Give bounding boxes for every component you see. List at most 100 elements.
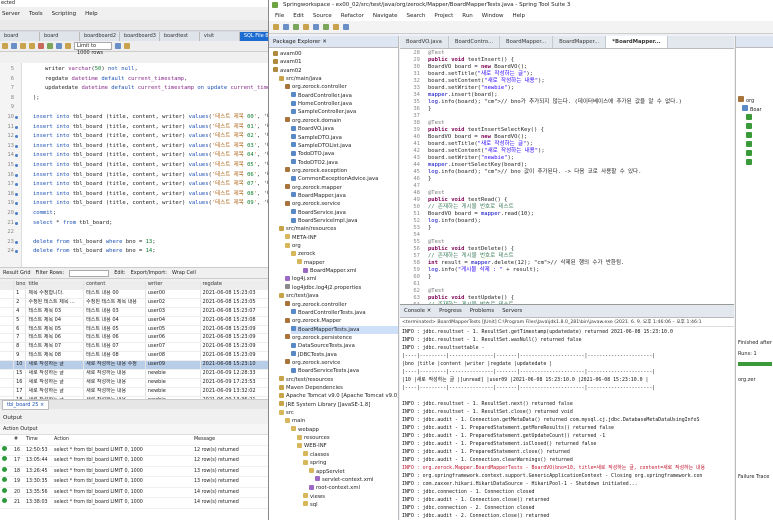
menu-item-help[interactable]: Help [85, 11, 98, 17]
tree-item[interactable]: HomeController.java [291, 100, 352, 108]
tree-item[interactable]: org.zerock.controller [285, 301, 347, 309]
table-cell[interactable]: 테스트 제목 06 [25, 333, 85, 344]
output-row[interactable]: 19 13:30:35 select * from tbl_board LIMIT … [0, 476, 270, 488]
new-icon[interactable] [273, 24, 279, 30]
tree-item[interactable]: src/main/java [279, 75, 322, 83]
tree-item[interactable]: org [285, 242, 301, 250]
tree-item[interactable]: resources [297, 434, 330, 442]
tree-item[interactable]: JRE System Library [JavaSE-1.8] [279, 401, 370, 409]
outline-item[interactable] [746, 159, 754, 167]
tree-item[interactable]: BoardServiceTests.java [291, 367, 359, 375]
tree-item[interactable]: DataSourceTests.java [291, 342, 355, 350]
tree-item[interactable]: BoardMapperTests.java [291, 325, 398, 334]
table-cell[interactable]: 2021-06-08 15:23:08 [200, 316, 270, 326]
table-cell[interactable]: user03 [145, 307, 201, 317]
table-cell[interactable]: user06 [145, 333, 201, 344]
tree-item[interactable]: WEB-INF [297, 442, 327, 450]
table-cell[interactable]: 테스트 제목 08 [25, 351, 85, 362]
tree-item[interactable]: org.zerock.Mapper [285, 317, 341, 325]
table-cell[interactable]: 2021-06-09 17:23:53 [200, 378, 270, 388]
external-tools-icon[interactable] [313, 24, 319, 30]
table-cell[interactable]: 2021-06-08 15:23:09 [200, 351, 270, 362]
outline-item[interactable] [746, 141, 754, 149]
query-tab[interactable]: boardboard3 [119, 32, 160, 41]
find-icon[interactable] [124, 43, 130, 49]
tree-item[interactable]: avam00 [273, 50, 302, 58]
column-header-regdate[interactable]: regdate [200, 281, 270, 290]
table-row[interactable]: 6 테스트 제목 05 테스트 내용 05 user05 2021-06-08 15:2… [0, 325, 270, 335]
table-cell[interactable]: 테스트 제목 04 [25, 316, 85, 326]
table-cell[interactable]: 2021-06-08 15:23:07 [200, 307, 270, 317]
console-tab[interactable]: Console ✕ [404, 308, 431, 314]
sts-menu-item-refactor[interactable]: Refactor [341, 13, 364, 19]
table-cell[interactable]: user00 [145, 289, 201, 299]
table-cell[interactable]: 테스트 내용 07 [83, 342, 146, 353]
table-cell[interactable]: 테스트 내용 05 [83, 325, 146, 335]
table-cell[interactable]: user02 [145, 298, 201, 308]
action-output-select[interactable]: Action Output [0, 424, 270, 435]
result-toolbar-item[interactable]: Edit: [114, 270, 125, 276]
table-cell[interactable]: 8 [13, 342, 27, 353]
table-cell[interactable]: user08 [145, 351, 201, 362]
table-cell[interactable]: 2021-06-09 13:32:02 [200, 387, 270, 397]
table-row[interactable]: 10 새로 작성하는 글 새로 작성하는 내용 수정 user09 2021-06-08… [0, 360, 270, 371]
tree-item[interactable]: mapper [297, 259, 325, 267]
tree-item[interactable]: BoardController.java [291, 92, 352, 100]
tree-item[interactable]: BoardService.java [291, 209, 346, 217]
table-cell[interactable]: newbie [145, 369, 201, 379]
outline-item[interactable]: org [738, 96, 754, 104]
back-icon[interactable] [333, 24, 339, 30]
table-cell[interactable]: 테스트 내용 00 [83, 289, 146, 299]
output-row[interactable]: 18 13:26:45 select * from tbl_board LIMIT … [0, 466, 270, 477]
tree-item[interactable]: CommonExceptionAdvice.java [291, 175, 378, 183]
console-tab[interactable]: Progress [439, 308, 462, 314]
outline-item[interactable] [746, 132, 754, 140]
table-row[interactable]: 9 테스트 제목 08 테스트 내용 08 user08 2021-06-08 15:2… [0, 351, 270, 362]
editor-tab[interactable]: BoardMapper... [500, 36, 554, 48]
outline-item[interactable] [746, 123, 754, 131]
tree-item[interactable]: org.zerock.service [285, 200, 340, 208]
result-toolbar-item[interactable]: Export/Import: [131, 270, 167, 276]
outline-item[interactable] [746, 150, 754, 158]
table-cell[interactable]: 테스트 제목 05 [25, 325, 85, 335]
sts-menu-item-run[interactable]: Run [462, 13, 473, 19]
tree-item[interactable]: Maven Dependencies [279, 384, 343, 392]
table-cell[interactable]: newbie [145, 387, 201, 397]
run-icon[interactable] [303, 24, 309, 30]
tree-item[interactable]: appServlet [309, 468, 345, 476]
console-tab[interactable]: Problems [470, 308, 494, 314]
table-cell[interactable]: 새로 작성하는 글 [25, 387, 85, 397]
tree-item[interactable]: org.zerock.exception [285, 167, 347, 175]
table-row[interactable]: 16 새로 작성하는 글 새로 작성하는 내용 newbie 2021-06-09 17… [0, 378, 270, 388]
table-row[interactable]: 1 제목 수정합니다. 테스트 내용 00 user00 2021-06-08 15:2… [0, 289, 270, 299]
tree-item[interactable]: servlet-context.xml [315, 476, 373, 484]
tree-item[interactable]: BoardServiceImpl.java [291, 217, 357, 225]
tree-item[interactable]: JDBCTests.java [291, 351, 337, 359]
sts-menu-item-search[interactable]: Search [407, 13, 426, 19]
sql-editor[interactable]: 5 writer varchar(50) not null, 6 regdate da… [0, 63, 270, 267]
stop-icon[interactable] [38, 43, 44, 49]
result-tab[interactable]: tbl_board 25 × [2, 400, 50, 410]
table-cell[interactable]: 2021-06-09 12:28:33 [200, 369, 270, 379]
tree-item[interactable]: SampleDTO.java [291, 134, 342, 142]
editor-tab[interactable]: *BoardMapper... [606, 36, 668, 48]
row-limit-select[interactable]: Limit to 1000 rows [74, 42, 112, 56]
output-row[interactable]: 20 13:35:56 select * from tbl_board LIMIT … [0, 487, 270, 498]
table-cell[interactable]: 15 [13, 369, 27, 379]
table-cell[interactable]: 테스트 내용 06 [83, 333, 146, 344]
tree-item[interactable]: src/test/resources [279, 376, 333, 384]
sts-menu-item-navigate[interactable]: Navigate [373, 13, 398, 19]
table-cell[interactable]: 테스트 제목 03 [25, 307, 85, 317]
table-cell[interactable]: 4 [13, 307, 27, 317]
table-cell[interactable]: 2021-06-08 15:23:10 [200, 360, 270, 371]
debug-icon[interactable] [293, 24, 299, 30]
tree-item[interactable]: src/test/java [279, 292, 319, 300]
column-header-title[interactable]: title [25, 281, 85, 290]
commit-icon[interactable] [47, 43, 53, 49]
table-cell[interactable]: 테스트 내용 04 [83, 316, 146, 326]
menu-item-server[interactable]: Server [2, 11, 20, 17]
sts-menu-item-edit[interactable]: Edit [293, 13, 304, 19]
tree-item[interactable]: src [279, 409, 294, 417]
editor-tab[interactable]: BoardMapper... [553, 36, 607, 48]
table-cell[interactable]: 6 [13, 325, 27, 335]
